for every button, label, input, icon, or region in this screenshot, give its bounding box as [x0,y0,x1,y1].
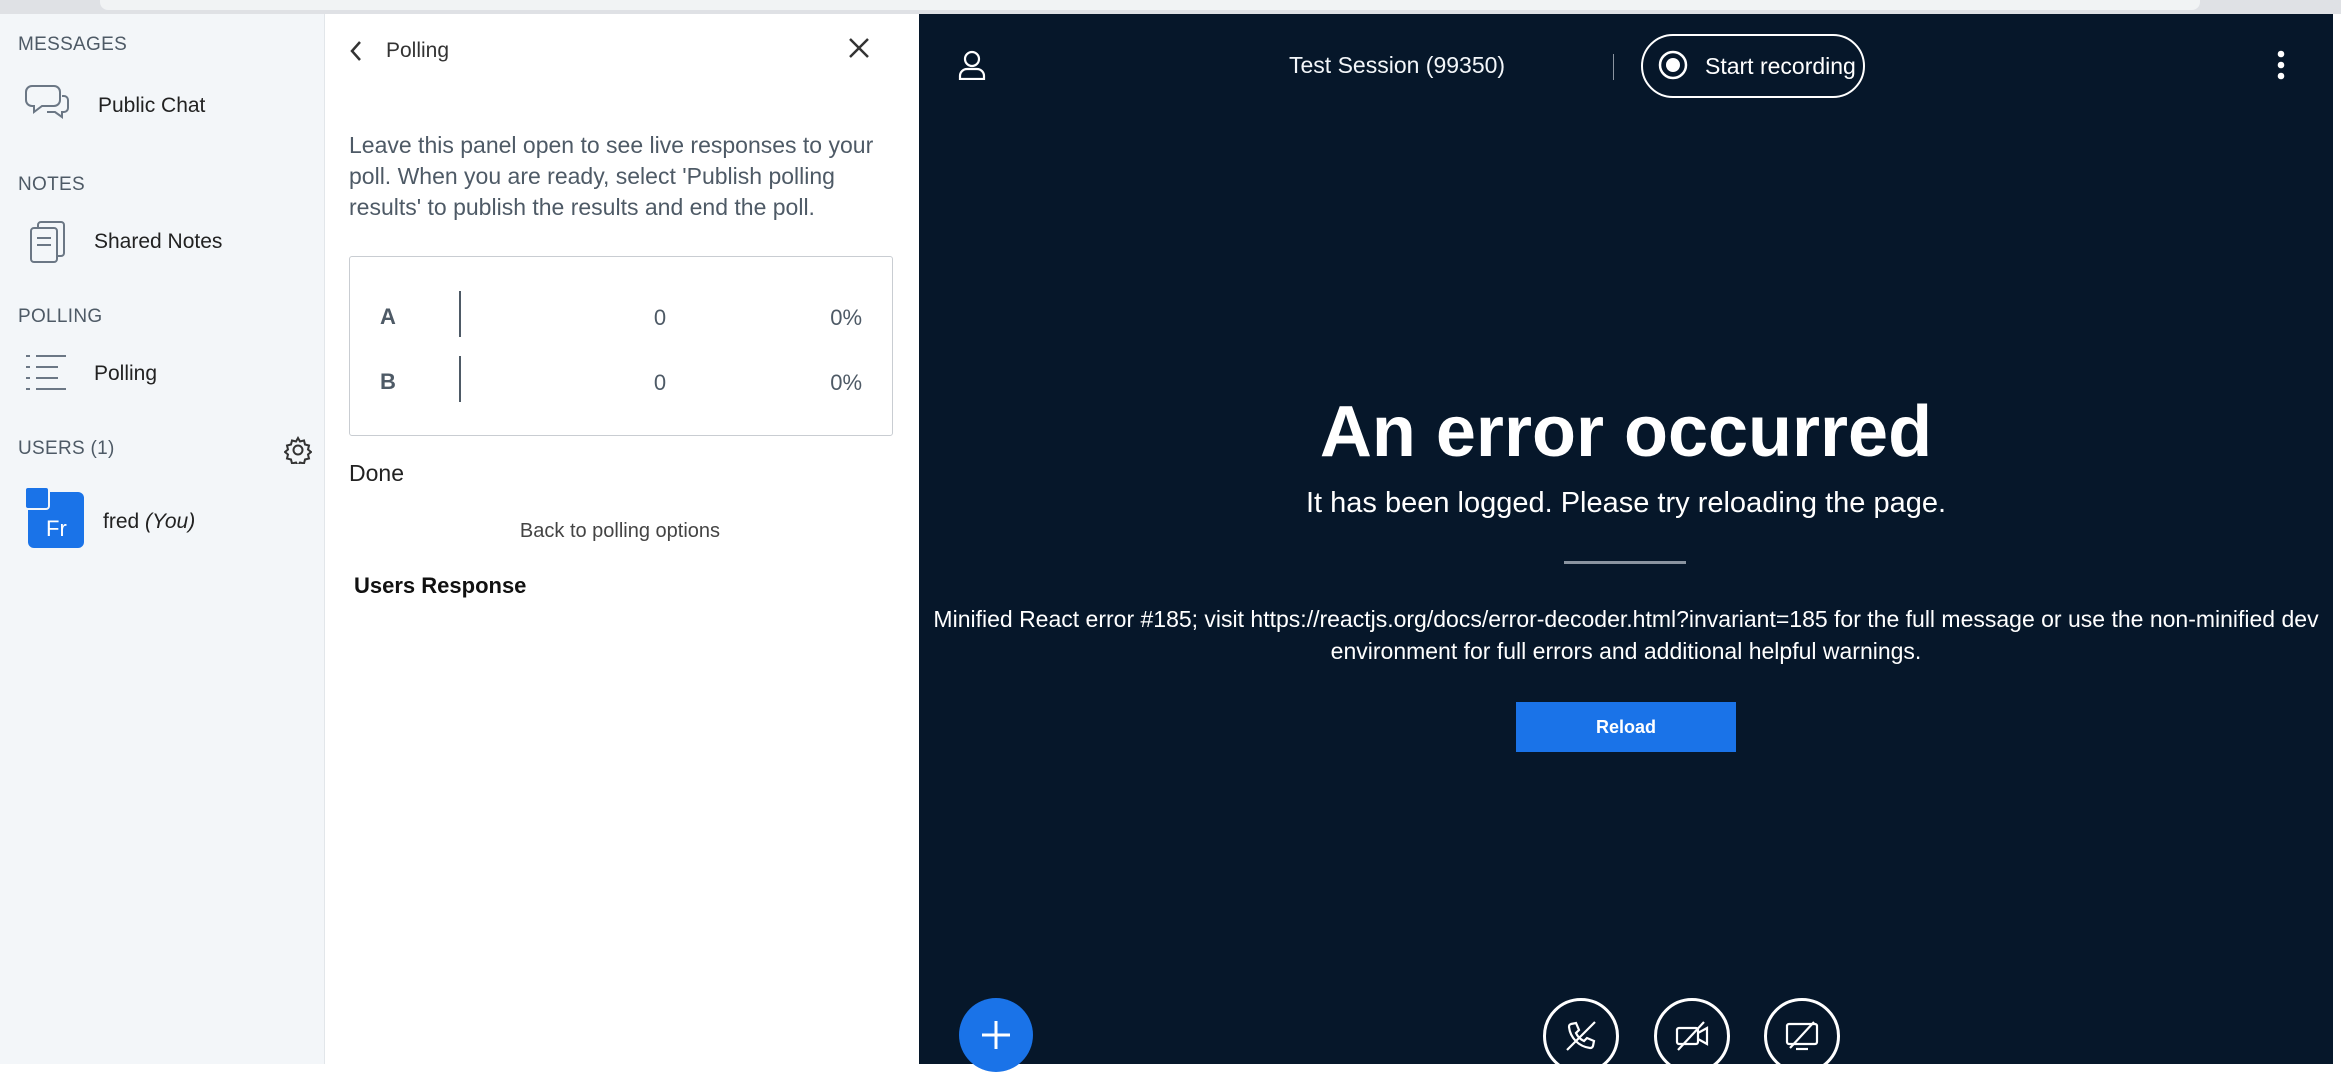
users-response-title: Users Response [354,573,527,598]
record-icon [1657,49,1689,86]
page-edge [2333,14,2341,1064]
error-detail-line: Minified React error #185; visit https:/… [933,606,2319,632]
gear-icon[interactable] [283,435,313,469]
poll-result-bar [459,356,461,402]
poll-option-count: 0 [653,305,667,330]
poll-option-key: B [380,369,396,394]
back-to-polling-options-button[interactable]: Back to polling options [349,520,891,543]
messages-section-title: MESSAGES [18,34,128,55]
error-separator [1564,561,1686,564]
error-detail-line: environment for full errors and addition… [1330,638,1922,664]
sidebar-item-shared-notes[interactable]: Shared Notes [18,210,308,274]
presenter-icon [24,486,50,510]
kebab-icon[interactable] [2276,50,2286,85]
sidebar: MESSAGES Public Chat NOTES Shared Notes … [0,14,325,1064]
browser-top-strip [0,0,2341,15]
polling-label: Polling [94,362,158,385]
user-name[interactable]: fred (You) [103,510,195,534]
share-screen-button[interactable] [1764,998,1840,1074]
error-subtitle: It has been logged. Please try reloading… [1305,487,1947,519]
poll-result-row: B 0 0% [350,356,892,406]
users-section-title: USERS (1) [18,438,115,459]
error-detail: Minified React error #185; visit https:/… [919,603,2333,667]
poll-option-count: 0 [653,370,667,395]
actions-add-button[interactable] [959,998,1033,1072]
share-webcam-button[interactable] [1654,998,1730,1074]
you-label: (You) [145,510,196,533]
poll-option-percent: 0% [830,305,862,330]
sidebar-item-polling[interactable]: Polling [18,342,308,406]
join-audio-button[interactable] [1543,998,1619,1074]
browser-address-bar[interactable] [100,0,2200,10]
poll-option-key: A [380,304,396,329]
poll-option-percent: 0% [830,370,862,395]
public-chat-label: Public Chat [98,94,206,117]
poll-result-bar [459,291,461,337]
start-recording-label: Start recording [1705,53,1856,79]
chat-icon [24,82,70,129]
header-divider [1613,54,1614,80]
poll-done-label: Done [349,460,404,486]
poll-result-row: A 0 0% [350,291,892,341]
poll-results-table: A 0 0% B 0 0% [349,256,893,436]
main-area: Test Session (99350) Start recording An … [919,14,2333,1074]
polling-section-title: POLLING [18,306,103,327]
chevron-left-icon [349,40,363,68]
avatar[interactable]: Fr [24,486,84,548]
poll-instructions: Leave this panel open to see live respon… [349,132,874,220]
reload-button[interactable]: Reload [1516,702,1736,752]
polling-panel: Polling Leave this panel open to see liv… [325,14,919,1064]
user-icon[interactable] [958,50,986,85]
sidebar-item-public-chat[interactable]: Public Chat [18,74,308,138]
error-title: An error occurred [1319,392,1933,472]
polling-panel-title: Polling [386,39,450,62]
shared-notes-label: Shared Notes [94,230,223,253]
notes-icon [28,218,68,271]
user-name-label: fred [103,510,140,533]
notes-section-title: NOTES [18,174,85,195]
list-icon [24,350,70,401]
session-title: Test Session (99350) [1289,52,1506,78]
close-icon[interactable] [847,36,871,65]
start-recording-button[interactable]: Start recording [1641,34,1865,98]
avatar-initials: Fr [46,516,67,541]
